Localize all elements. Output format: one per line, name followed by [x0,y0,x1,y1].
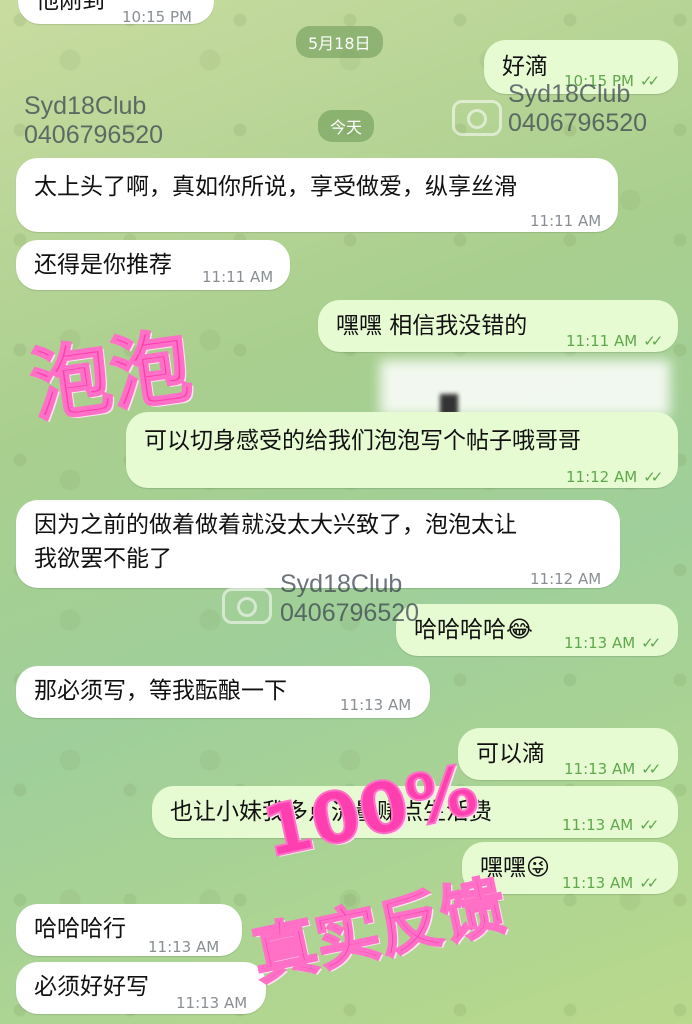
blur-censor [380,360,670,416]
message-bubble-outgoing[interactable]: 哈哈哈哈😂 11:13 AM ✓✓ [396,604,678,656]
message-text: 嘿嘿 相信我没错的 [336,313,528,339]
message-time: 11:11 AM [202,268,274,286]
read-check-icon: ✓✓ [641,634,661,652]
message-bubble-incoming[interactable]: 太上头了啊，真如你所说，享受做爱，纵享丝滑 11:11 AM [16,158,618,232]
read-check-icon: ✓✓ [643,468,663,486]
date-separator: 今天 [318,110,375,142]
date-separator: 5月18日 [296,26,383,58]
message-bubble-incoming[interactable]: 哈哈哈行 11:13 AM [16,904,242,956]
camera-watermark-icon [452,100,502,136]
message-text: 他刚到 [36,0,105,14]
message-bubble-outgoing[interactable]: 可以滴 11:13 AM ✓✓ [458,728,678,780]
message-bubble-outgoing[interactable]: 嘿嘿 相信我没错的 11:11 AM ✓✓ [318,300,678,352]
read-check-icon: ✓✓ [639,874,659,892]
message-time: 11:13 AM ✓✓ [562,874,659,892]
message-time: 11:13 AM [340,696,412,714]
message-bubble-incoming[interactable]: 还得是你推荐 11:11 AM [16,240,290,290]
message-text: 还得是你推荐 [34,252,172,278]
camera-watermark-icon [222,588,272,624]
overlay-stamp-paopao: 泡泡 [24,318,197,434]
watermark-text: Syd18Club 0406796520 [280,570,420,627]
message-time: 11:11 AM [530,212,602,230]
message-text: 好滴 [502,54,548,80]
message-bubble-outgoing[interactable]: 可以切身感受的给我们泡泡写个帖子哦哥哥 11:12 AM ✓✓ [126,412,678,488]
message-time: 11:12 AM [530,570,602,588]
message-text: 因为之前的做着做着就没太大兴致了，泡泡太让 我欲罢不能了 [34,512,517,572]
read-check-icon: ✓✓ [641,760,661,778]
message-bubble-incoming[interactable]: 必须好好写 11:13 AM [16,962,266,1014]
message-time: 11:12 AM ✓✓ [566,468,663,486]
message-text: 哈哈哈行 [34,916,126,942]
message-bubble-incoming[interactable]: 那必须写，等我酝酿一下 11:13 AM [16,666,430,718]
read-check-icon: ✓✓ [639,816,659,834]
message-text: 可以切身感受的给我们泡泡写个帖子哦哥哥 [144,428,581,454]
message-time: 11:13 AM ✓✓ [564,634,661,652]
message-time: 11:11 AM ✓✓ [566,332,663,350]
message-bubble-incoming[interactable]: 他刚到 10:15 PM [18,0,214,26]
message-text: 那必须写，等我酝酿一下 [34,678,287,704]
watermark-text: Syd18Club 0406796520 [508,80,648,137]
read-check-icon: ✓✓ [643,332,663,350]
message-text: 哈哈哈哈😂 [414,617,533,643]
message-time: 11:13 AM ✓✓ [562,816,659,834]
message-time: 10:15 PM [122,8,192,26]
message-text: 可以滴 [476,741,545,767]
watermark-text: Syd18Club 0406796520 [24,92,164,149]
message-time: 11:13 AM [176,994,248,1012]
overlay-stamp-feedback: 真实反馈 [245,868,513,996]
message-time: 11:13 AM ✓✓ [564,760,661,778]
message-text: 太上头了啊，真如你所说，享受做爱，纵享丝滑 [34,174,517,200]
message-time: 11:13 AM [148,938,220,956]
message-text: 必须好好写 [34,974,149,1000]
overlay-stamp-percent: 100% [255,747,486,874]
